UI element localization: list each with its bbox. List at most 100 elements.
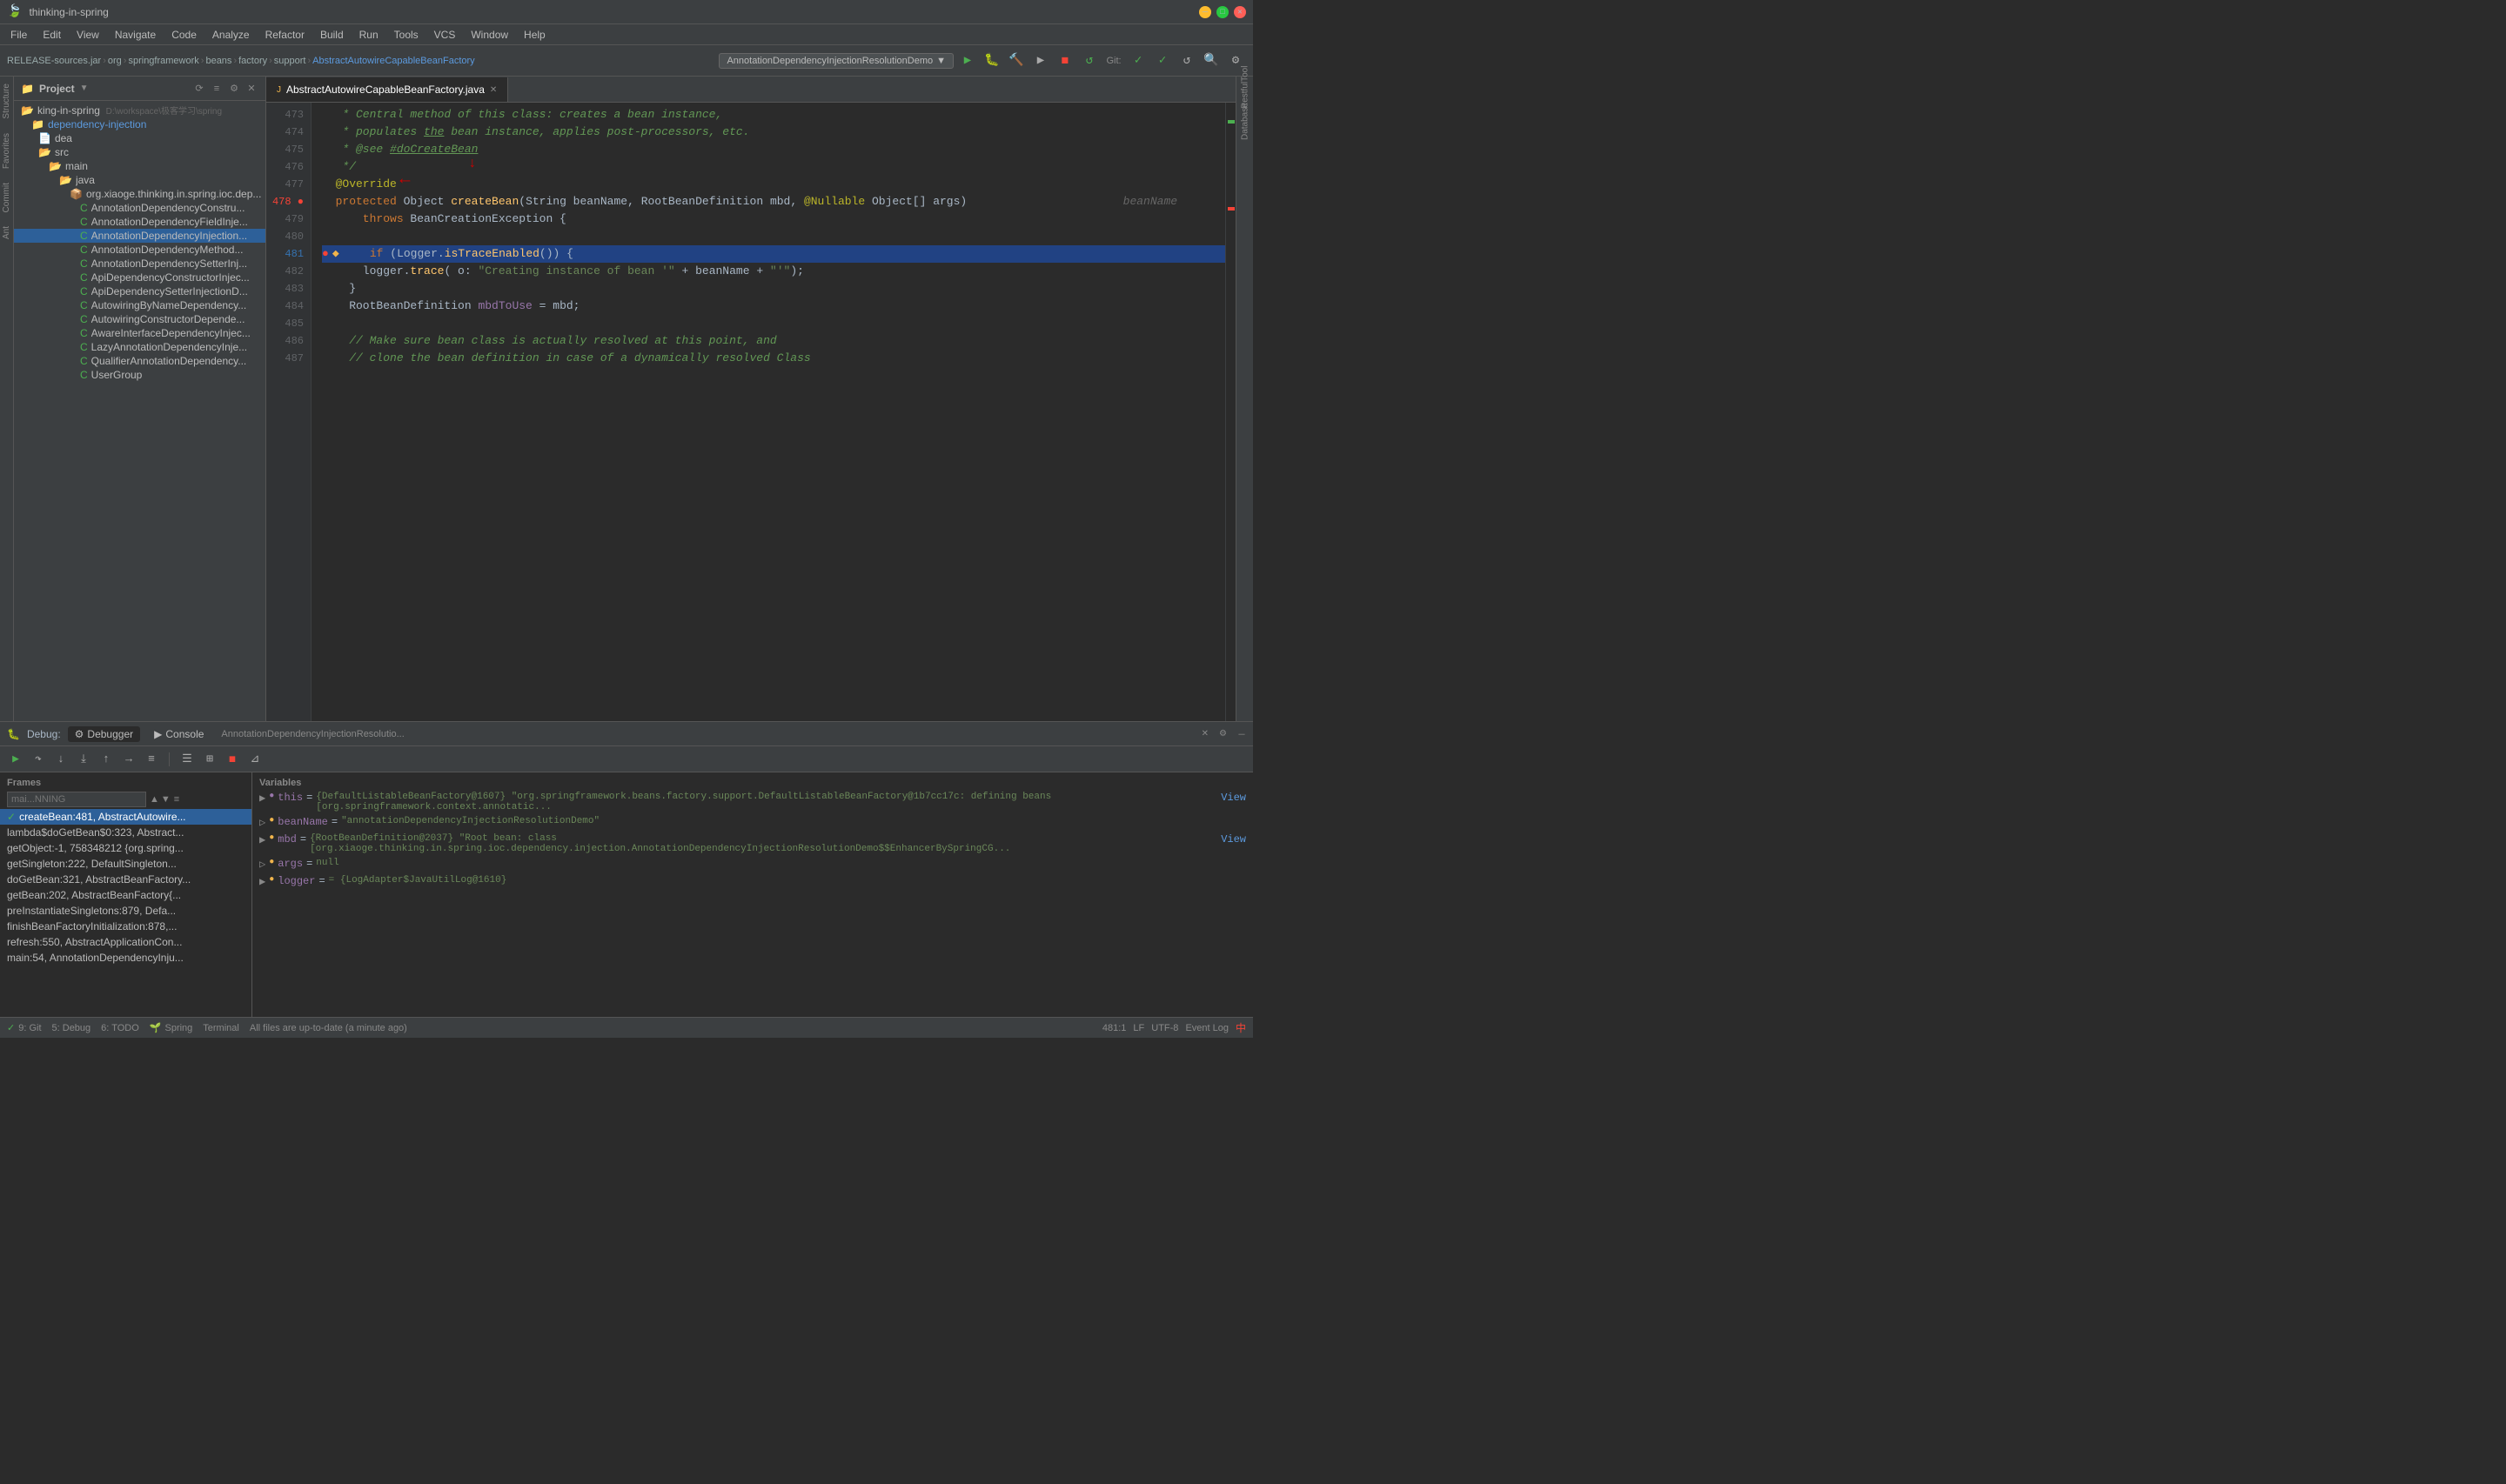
breadcrumb-springframework[interactable]: springframework [128, 56, 198, 66]
expand-this[interactable]: ▶ [259, 792, 265, 805]
frame-item-7[interactable]: finishBeanFactoryInitialization:878,... [0, 919, 251, 934]
window-controls[interactable]: － □ ✕ [1199, 6, 1246, 18]
this-view-link[interactable]: View [1221, 792, 1246, 804]
menu-help[interactable]: Help [517, 27, 553, 43]
frame-up-icon[interactable]: ▲ [150, 794, 159, 805]
mbd-view-link[interactable]: View [1221, 833, 1246, 846]
frame-item-4[interactable]: doGetBean:321, AbstractBeanFactory... [0, 872, 251, 887]
frame-item-3[interactable]: getSingleton:222, DefaultSingleton... [0, 856, 251, 872]
debug-tab-debugger[interactable]: ⚙ Debugger [68, 726, 140, 742]
tree-module[interactable]: 📁 dependency-injection [14, 117, 265, 131]
frame-item-0[interactable]: ✓ createBean:481, AbstractAutowire... [0, 809, 251, 825]
frame-item-6[interactable]: preInstantiateSingletons:879, Defa... [0, 903, 251, 919]
gear-icon[interactable]: ⚙ [227, 82, 241, 96]
tree-class-6[interactable]: C ApiDependencyConstructorInjec... [14, 271, 265, 284]
expand-beanname[interactable]: ▷ [259, 816, 265, 829]
frame-item-9[interactable]: main:54, AnnotationDependencyInju... [0, 950, 251, 966]
coverage-button[interactable]: ▶ [1030, 50, 1051, 71]
tree-java[interactable]: 📂 java [14, 173, 265, 187]
menu-edit[interactable]: Edit [36, 27, 68, 43]
menu-tools[interactable]: Tools [387, 27, 425, 43]
editor-tab-main[interactable]: J AbstractAutowireCapableBeanFactory.jav… [266, 77, 508, 102]
tree-class-7[interactable]: C ApiDependencySetterInjectionD... [14, 284, 265, 298]
breadcrumb-jar[interactable]: RELEASE-sources.jar [7, 56, 101, 66]
menu-refactor[interactable]: Refactor [258, 27, 312, 43]
filter-button[interactable]: ⊿ [246, 751, 264, 768]
expand-logger[interactable]: ▶ [259, 875, 265, 888]
menu-build[interactable]: Build [313, 27, 351, 43]
frame-filter-input[interactable] [7, 792, 146, 807]
menu-code[interactable]: Code [164, 27, 204, 43]
spring-status-item[interactable]: 🌱 Spring [150, 1022, 193, 1033]
commit-label[interactable]: Commit [0, 176, 13, 219]
tree-class-11[interactable]: C LazyAnnotationDependencyInje... [14, 340, 265, 354]
threads-button[interactable]: ⊞ [201, 751, 218, 768]
step-over-button[interactable]: ↷ [30, 751, 47, 768]
menu-window[interactable]: Window [464, 27, 515, 43]
todo-status-item[interactable]: 6: TODO [101, 1023, 139, 1033]
menu-navigate[interactable]: Navigate [108, 27, 163, 43]
hide-icon[interactable]: ✕ [245, 82, 258, 96]
tree-dea[interactable]: 📄 dea [14, 131, 265, 145]
frame-filter-icon[interactable]: ≡ [174, 794, 179, 805]
run-button[interactable]: ▶ [957, 50, 978, 71]
collapse-icon[interactable]: ≡ [210, 82, 224, 96]
minimize-button[interactable]: － [1199, 6, 1211, 18]
terminal-status-item[interactable]: Terminal [203, 1023, 239, 1033]
settings-icon[interactable]: ⚙ [1219, 729, 1227, 739]
force-step-into-button[interactable]: ⤓ [75, 751, 92, 768]
code-content[interactable]: ↓ ↓ * Central method of this class: crea… [312, 103, 1225, 721]
stop-frames-button[interactable]: ◼ [224, 751, 241, 768]
structure-label[interactable]: Structure [0, 77, 13, 126]
breadcrumb-factory[interactable]: factory [238, 56, 267, 66]
tree-class-3[interactable]: C AnnotationDependencyInjection... [14, 229, 265, 243]
breadcrumb-org[interactable]: org [108, 56, 122, 66]
menu-file[interactable]: File [3, 27, 34, 43]
debug-status-item[interactable]: 5: Debug [52, 1023, 91, 1033]
tab-close-icon[interactable]: ✕ [490, 85, 497, 95]
sync-icon[interactable]: ⟳ [192, 82, 206, 96]
tree-package[interactable]: 📦 org.xiaoge.thinking.in.spring.ioc.dep.… [14, 187, 265, 201]
step-out-button[interactable]: ↑ [97, 751, 115, 768]
frames-button[interactable]: ☰ [178, 751, 196, 768]
tree-class-8[interactable]: C AutowiringByNameDependency... [14, 298, 265, 312]
close-icon[interactable]: ✕ [1202, 729, 1209, 739]
tree-class-9[interactable]: C AutowiringConstructorDepende... [14, 312, 265, 326]
favorites-label[interactable]: Favorites [0, 126, 13, 176]
frame-item-5[interactable]: getBean:202, AbstractBeanFactory{... [0, 887, 251, 903]
step-into-button[interactable]: ↓ [52, 751, 70, 768]
tree-root[interactable]: 📂 king-in-spring D:\workspace\极客学习\sprin… [14, 103, 265, 117]
menu-view[interactable]: View [70, 27, 106, 43]
debug-tab-console[interactable]: ▶ Console [147, 726, 211, 742]
tree-main[interactable]: 📂 main [14, 159, 265, 173]
debug-button[interactable]: 🐛 [982, 50, 1002, 71]
tree-class-1[interactable]: C AnnotationDependencyConstru... [14, 201, 265, 215]
expand-mbd[interactable]: ▶ [259, 833, 265, 846]
position-label[interactable]: 481:1 [1102, 1023, 1127, 1033]
tree-class-5[interactable]: C AnnotationDependencySetterInj... [14, 257, 265, 271]
tree-class-4[interactable]: C AnnotationDependencyMethod... [14, 243, 265, 257]
breadcrumb-beans[interactable]: beans [205, 56, 231, 66]
build-button[interactable]: 🔨 [1006, 50, 1027, 71]
frame-item-1[interactable]: lambda$doGetBean$0:323, Abstract... [0, 825, 251, 840]
run-config[interactable]: AnnotationDependencyInjectionResolutionD… [719, 53, 954, 69]
git-status-item[interactable]: ✓ 9: Git [7, 1022, 42, 1033]
event-log-label[interactable]: Event Log [1185, 1023, 1229, 1033]
git-check[interactable]: ✓ [1128, 50, 1149, 71]
minimize-panel-icon[interactable]: － [1237, 727, 1246, 740]
close-button[interactable]: ✕ [1234, 6, 1246, 18]
menu-vcs[interactable]: VCS [427, 27, 463, 43]
breadcrumb-class[interactable]: AbstractAutowireCapableBeanFactory [312, 56, 474, 66]
database-label[interactable]: Database [1238, 115, 1252, 129]
git-branch[interactable]: ✓ [1152, 50, 1173, 71]
menu-run[interactable]: Run [352, 27, 385, 43]
resume-button[interactable]: ▶ [7, 751, 24, 768]
frame-down-icon[interactable]: ▼ [161, 794, 171, 805]
menu-analyze[interactable]: Analyze [205, 27, 257, 43]
breadcrumb-support[interactable]: support [274, 56, 306, 66]
indent-label[interactable]: UTF-8 [1151, 1023, 1178, 1033]
evaluate-button[interactable]: ≡ [143, 751, 160, 768]
undo-button[interactable]: ↺ [1176, 50, 1197, 71]
frame-item-2[interactable]: getObject:-1, 758348212 {org.spring... [0, 840, 251, 856]
frame-item-8[interactable]: refresh:550, AbstractApplicationCon... [0, 934, 251, 950]
